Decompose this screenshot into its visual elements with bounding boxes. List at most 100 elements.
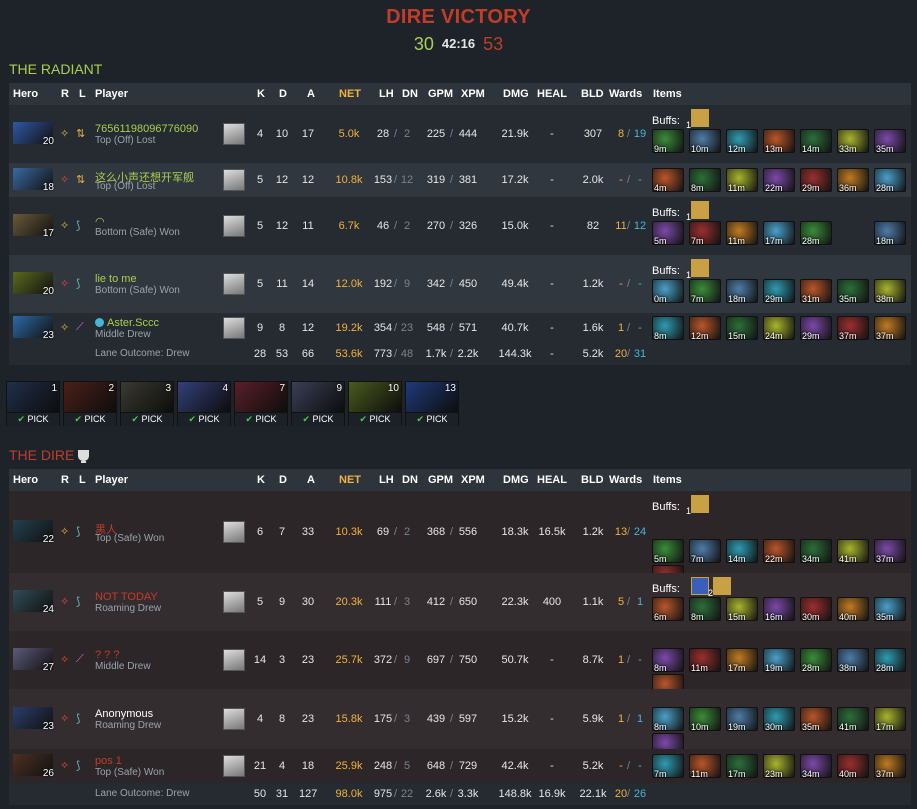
item-icon[interactable]: 40m bbox=[837, 754, 869, 779]
pick-card[interactable]: 1 PICK bbox=[6, 381, 60, 426]
column-player[interactable]: Player bbox=[95, 88, 128, 100]
item-icon[interactable]: 30m bbox=[763, 707, 795, 732]
hero-portrait[interactable]: 18 bbox=[13, 168, 54, 193]
player-name[interactable]: pos 1 bbox=[95, 755, 122, 767]
column-d[interactable]: D bbox=[279, 474, 287, 486]
hero-portrait[interactable]: 17 bbox=[13, 214, 54, 239]
column-net[interactable]: NET bbox=[339, 474, 361, 486]
item-icon[interactable]: 11m bbox=[726, 221, 758, 246]
column-r[interactable]: R bbox=[61, 474, 69, 486]
column-player[interactable]: Player bbox=[95, 474, 128, 486]
column-xpm[interactable]: XPM bbox=[461, 474, 485, 486]
column-a[interactable]: A bbox=[307, 474, 315, 486]
item-icon[interactable]: 37m bbox=[837, 316, 869, 341]
item-icon[interactable]: 22m bbox=[763, 168, 795, 193]
item-icon[interactable]: 23m bbox=[763, 754, 795, 779]
player-avatar[interactable] bbox=[223, 649, 245, 671]
hero-portrait[interactable]: 23 bbox=[13, 316, 54, 341]
item-icon[interactable]: 7m bbox=[652, 754, 684, 779]
item-icon[interactable]: 37m bbox=[874, 754, 906, 779]
item-icon[interactable]: 29m bbox=[800, 168, 832, 193]
column-dmg[interactable]: DMG bbox=[503, 474, 529, 486]
item-icon[interactable]: 28m bbox=[800, 648, 832, 673]
item-icon[interactable]: 7m bbox=[689, 279, 721, 304]
pick-card[interactable]: 13 PICK bbox=[405, 381, 459, 426]
player-avatar[interactable] bbox=[223, 169, 245, 191]
item-icon[interactable]: 4m bbox=[652, 168, 684, 193]
item-icon[interactable]: 19m bbox=[726, 707, 758, 732]
item-icon[interactable]: 0m bbox=[652, 279, 684, 304]
item-icon[interactable]: 11m bbox=[726, 168, 758, 193]
item-icon[interactable]: 12m bbox=[689, 316, 721, 341]
item-icon[interactable]: 41m bbox=[837, 539, 869, 564]
column-l[interactable]: L bbox=[79, 88, 86, 100]
item-icon[interactable]: 28m bbox=[800, 221, 832, 246]
item-icon[interactable]: 8m bbox=[652, 707, 684, 732]
item-icon[interactable]: 5m bbox=[652, 539, 684, 564]
buff-icon[interactable] bbox=[691, 577, 709, 595]
item-icon[interactable]: 8m bbox=[652, 316, 684, 341]
column-gpm[interactable]: GPM bbox=[428, 474, 453, 486]
pick-card[interactable]: 9 PICK bbox=[291, 381, 345, 426]
item-icon[interactable]: 33m bbox=[837, 129, 869, 154]
column-items[interactable]: Items bbox=[653, 474, 682, 486]
pick-card[interactable]: 10 PICK bbox=[348, 381, 402, 426]
item-icon[interactable]: 37m bbox=[874, 316, 906, 341]
column-r[interactable]: R bbox=[61, 88, 69, 100]
player-avatar[interactable] bbox=[223, 123, 245, 145]
item-icon[interactable]: 6m bbox=[652, 597, 684, 622]
item-icon[interactable]: 41m bbox=[837, 707, 869, 732]
item-icon[interactable]: 38m bbox=[837, 648, 869, 673]
column-gpm[interactable]: GPM bbox=[428, 88, 453, 100]
item-icon[interactable]: 9m bbox=[652, 129, 684, 154]
item-icon[interactable]: 34m bbox=[800, 754, 832, 779]
column-a[interactable]: A bbox=[307, 88, 315, 100]
item-icon[interactable]: 34m bbox=[800, 539, 832, 564]
player-name[interactable]: Aster.Sccc bbox=[95, 317, 159, 329]
item-icon[interactable]: 15m bbox=[726, 597, 758, 622]
item-icon[interactable]: 17m bbox=[874, 707, 906, 732]
item-icon[interactable]: 16m bbox=[763, 597, 795, 622]
item-icon[interactable]: 19m bbox=[763, 648, 795, 673]
column-hero[interactable]: Hero bbox=[13, 474, 38, 486]
column-d[interactable]: D bbox=[279, 88, 287, 100]
item-icon[interactable]: 38m bbox=[874, 279, 906, 304]
player-avatar[interactable] bbox=[223, 591, 245, 613]
buff-icon[interactable]: 1 bbox=[686, 201, 709, 222]
column-dn[interactable]: DN bbox=[402, 474, 418, 486]
hero-portrait[interactable]: 22 bbox=[13, 520, 54, 545]
item-icon[interactable]: 35m bbox=[874, 129, 906, 154]
column-lh[interactable]: LH bbox=[379, 474, 394, 486]
hero-portrait[interactable]: 20 bbox=[13, 122, 54, 147]
item-icon[interactable]: 30m bbox=[800, 597, 832, 622]
item-icon[interactable]: 36m bbox=[837, 168, 869, 193]
player-avatar[interactable] bbox=[223, 273, 245, 295]
item-icon[interactable]: 7m bbox=[689, 539, 721, 564]
item-icon[interactable]: 5m bbox=[652, 221, 684, 246]
column-wards[interactable]: Wards bbox=[609, 88, 642, 100]
item-icon[interactable]: 14m bbox=[726, 539, 758, 564]
item-icon[interactable]: 17m bbox=[763, 221, 795, 246]
player-avatar[interactable] bbox=[223, 755, 245, 777]
item-icon[interactable]: 28m bbox=[874, 648, 906, 673]
item-icon[interactable]: 35m bbox=[874, 597, 906, 622]
player-name[interactable]: ? ? ? bbox=[95, 649, 119, 661]
item-icon[interactable]: 12m bbox=[726, 129, 758, 154]
item-icon[interactable]: 15m bbox=[726, 316, 758, 341]
hero-portrait[interactable]: 23 bbox=[13, 707, 54, 732]
pick-card[interactable]: 3 PICK bbox=[120, 381, 174, 426]
column-bld[interactable]: BLD bbox=[581, 474, 604, 486]
item-icon[interactable]: 18m bbox=[874, 221, 906, 246]
item-icon[interactable]: 10m bbox=[689, 707, 721, 732]
column-dn[interactable]: DN bbox=[402, 88, 418, 100]
item-icon[interactable]: 24m bbox=[763, 316, 795, 341]
player-avatar[interactable] bbox=[223, 215, 245, 237]
column-dmg[interactable]: DMG bbox=[503, 88, 529, 100]
player-avatar[interactable] bbox=[223, 317, 245, 339]
item-icon[interactable]: 10m bbox=[689, 129, 721, 154]
player-avatar[interactable] bbox=[223, 521, 245, 543]
buff-icon[interactable]: 2 bbox=[708, 577, 731, 598]
pick-card[interactable]: 2 PICK bbox=[63, 381, 117, 426]
item-icon[interactable]: 17m bbox=[726, 648, 758, 673]
player-name[interactable]: lie to me bbox=[95, 273, 137, 285]
